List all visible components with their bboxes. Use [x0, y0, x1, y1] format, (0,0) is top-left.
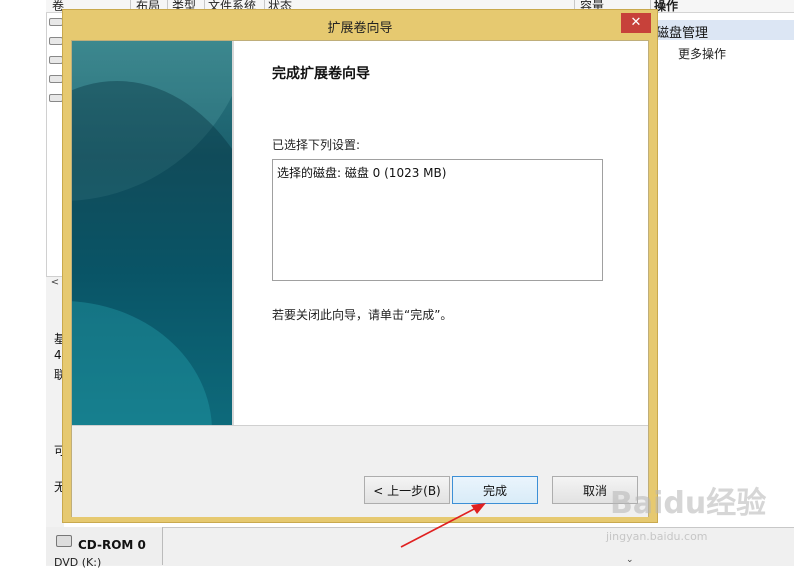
annotation-arrow-line: [400, 507, 477, 548]
annotation-arrow-head: [471, 503, 486, 514]
baidu-watermark-url: jingyan.baidu.com: [606, 530, 708, 543]
baidu-watermark: Baidu经验: [610, 486, 767, 521]
